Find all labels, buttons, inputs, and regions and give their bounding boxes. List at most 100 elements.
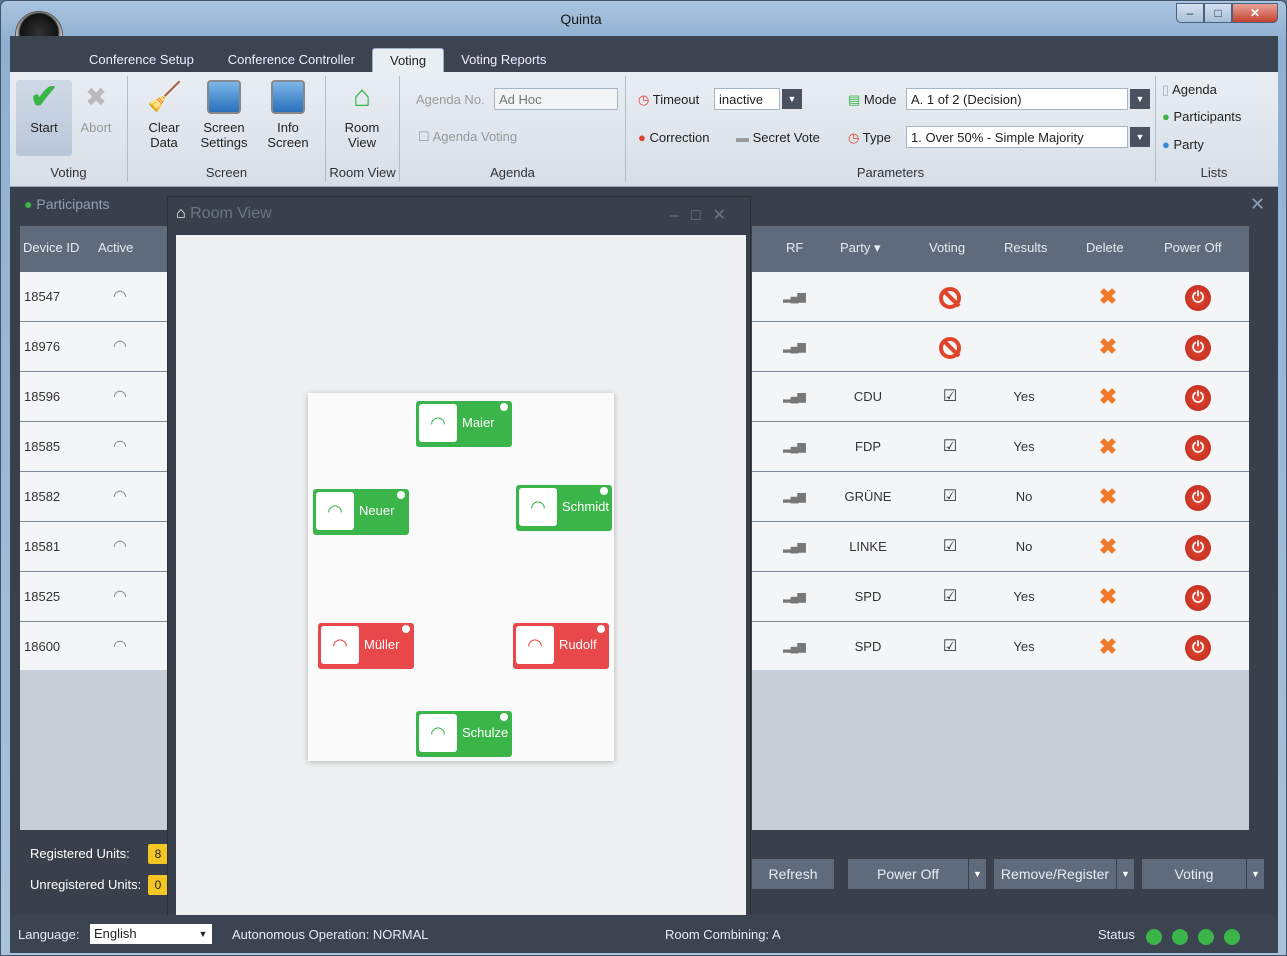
power-off-icon[interactable]: ⏻	[1180, 622, 1216, 672]
delete-icon[interactable]: ✖	[1090, 322, 1126, 372]
table-row[interactable]: ▂▄▆ CDU ☑ Yes ✖ ⏻	[752, 372, 1249, 422]
table-row[interactable]: ▂▄▆ ✖ ⏻	[752, 322, 1249, 372]
table-row[interactable]: 18547 ◠	[20, 272, 170, 322]
group-lists: ▯ Agenda ● Participants ● Party Lists	[1156, 76, 1272, 182]
table-row[interactable]: ▂▄▆ SPD ☑ Yes ✖ ⏻	[752, 622, 1249, 672]
participants-icon: ●	[1162, 109, 1170, 124]
participants-list-link[interactable]: ● Participants	[1162, 109, 1241, 124]
rv-maximize-icon[interactable]: □	[691, 207, 713, 224]
screen-settings-button[interactable]: Screen Settings	[196, 80, 252, 150]
language-dropdown-icon[interactable]: ▼	[194, 924, 212, 944]
type-dropdown-icon[interactable]: ▼	[1130, 127, 1150, 147]
delete-icon[interactable]: ✖	[1090, 522, 1126, 572]
maximize-button[interactable]: □	[1204, 3, 1232, 23]
mode-select[interactable]: A. 1 of 2 (Decision)	[906, 88, 1128, 110]
party-cell: FDP	[855, 439, 881, 454]
correction-toggle[interactable]: ● Correction	[638, 130, 709, 145]
table-row[interactable]: ▂▄▆ LINKE ☑ No ✖ ⏻	[752, 522, 1249, 572]
delete-icon[interactable]: ✖	[1090, 572, 1126, 622]
agenda-voting-checkbox[interactable]: ☐ Agenda Voting	[418, 129, 517, 145]
table-row[interactable]: ▂▄▆ SPD ☑ Yes ✖ ⏻	[752, 572, 1249, 622]
timeout-dropdown-icon[interactable]: ▼	[782, 89, 802, 109]
delete-icon[interactable]: ✖	[1090, 272, 1126, 322]
voting-dropdown-icon[interactable]: ▼	[1246, 859, 1264, 889]
table-row[interactable]: 18600 ◠	[20, 622, 170, 672]
col-party[interactable]: Party ▾	[840, 240, 880, 256]
seat-name: Schmidt	[562, 499, 609, 514]
voting-button[interactable]: Voting	[1142, 859, 1246, 889]
tab-voting-reports[interactable]: Voting Reports	[444, 48, 563, 72]
seat-card[interactable]: ◠ Neuer	[313, 489, 409, 535]
power-off-icon[interactable]: ⏻	[1180, 372, 1216, 422]
group-label-agenda: Agenda	[490, 165, 535, 180]
start-button[interactable]: ✔ Start	[16, 80, 72, 156]
delete-icon[interactable]: ✖	[1090, 622, 1126, 672]
refresh-button[interactable]: Refresh	[752, 859, 834, 889]
delete-icon[interactable]: ✖	[1090, 422, 1126, 472]
table-row[interactable]: ▂▄▆ GRÜNE ☑ No ✖ ⏻	[752, 472, 1249, 522]
minimize-button[interactable]: –	[1176, 3, 1204, 23]
table-row[interactable]: 18976 ◠	[20, 322, 170, 372]
power-off-icon[interactable]: ⏻	[1180, 272, 1216, 322]
timeout-select[interactable]: inactive	[714, 88, 780, 110]
rv-close-icon[interactable]: ✕	[713, 207, 738, 224]
col-device-id[interactable]: Device ID	[23, 240, 79, 255]
power-off-icon[interactable]: ⏻	[1180, 472, 1216, 522]
seat-card[interactable]: ◠ Rudolf	[513, 623, 609, 669]
remove-register-button[interactable]: Remove/Register	[994, 859, 1116, 889]
language-select[interactable]: English	[90, 924, 194, 944]
secret-vote-toggle[interactable]: ▬ Secret Vote	[736, 130, 820, 145]
seat-card[interactable]: ◠ Schulze	[416, 711, 512, 757]
tab-conference-setup[interactable]: Conference Setup	[72, 48, 211, 72]
seat-card[interactable]: ◠ Maier	[416, 401, 512, 447]
abort-button[interactable]: ✖ Abort	[68, 80, 124, 135]
registered-units-value: 8	[148, 844, 168, 864]
power-off-icon[interactable]: ⏻	[1180, 322, 1216, 372]
power-off-button[interactable]: Power Off	[848, 859, 968, 889]
info-screen-button[interactable]: Info Screen	[260, 80, 316, 150]
panel-close-icon[interactable]: ✕	[1250, 194, 1265, 215]
window-controls: – □ ✕	[1176, 3, 1278, 23]
seat-card[interactable]: ◠ Müller	[318, 623, 414, 669]
col-results[interactable]: Results	[1004, 240, 1047, 255]
info-monitor-icon	[271, 80, 305, 114]
col-voting[interactable]: Voting	[929, 240, 965, 255]
table-row[interactable]: 18525 ◠	[20, 572, 170, 622]
power-off-icon[interactable]: ⏻	[1180, 422, 1216, 472]
room-view-button[interactable]: ⌂ Room View	[334, 80, 390, 150]
table-row[interactable]: 18585 ◠	[20, 422, 170, 472]
party-cell: SPD	[854, 639, 882, 654]
house-icon-small: ⌂	[176, 205, 186, 222]
col-active[interactable]: Active	[98, 240, 133, 255]
tab-conference-controller[interactable]: Conference Controller	[211, 48, 372, 72]
col-delete[interactable]: Delete	[1086, 240, 1124, 255]
status-label: Status	[1098, 927, 1135, 942]
seat-name: Rudolf	[559, 637, 597, 652]
table-row[interactable]: 18582 ◠	[20, 472, 170, 522]
agenda-list-link[interactable]: ▯ Agenda	[1162, 82, 1217, 98]
type-select[interactable]: 1. Over 50% - Simple Majority	[906, 126, 1128, 148]
seat-card[interactable]: ◠ Schmidt	[516, 485, 612, 531]
table-row[interactable]: ▂▄▆ FDP ☑ Yes ✖ ⏻	[752, 422, 1249, 472]
table-row[interactable]: 18581 ◠	[20, 522, 170, 572]
clear-data-button[interactable]: 🧹 Clear Data	[136, 80, 192, 150]
checkbox-checked-icon: ☑	[942, 388, 958, 405]
delete-icon[interactable]: ✖	[1090, 372, 1126, 422]
power-off-icon[interactable]: ⏻	[1180, 572, 1216, 622]
rv-minimize-icon[interactable]: –	[670, 207, 691, 224]
table-row[interactable]: ▂▄▆ ✖ ⏻	[752, 272, 1249, 322]
table-row[interactable]: 18596 ◠	[20, 372, 170, 422]
checkbox-checked-icon: ☑	[942, 488, 958, 505]
remove-register-dropdown-icon[interactable]: ▼	[1116, 859, 1134, 889]
agenda-no-input[interactable]: Ad Hoc	[494, 88, 618, 110]
col-rf[interactable]: RF	[786, 240, 803, 255]
power-off-dropdown-icon[interactable]: ▼	[968, 859, 986, 889]
party-list-link[interactable]: ● Party	[1162, 137, 1204, 152]
tab-voting[interactable]: Voting	[371, 48, 445, 72]
close-button[interactable]: ✕	[1232, 3, 1278, 23]
broom-icon: 🧹	[147, 81, 182, 112]
power-off-icon[interactable]: ⏻	[1180, 522, 1216, 572]
delete-icon[interactable]: ✖	[1090, 472, 1126, 522]
col-power-off[interactable]: Power Off	[1164, 240, 1222, 255]
mode-dropdown-icon[interactable]: ▼	[1130, 89, 1150, 109]
